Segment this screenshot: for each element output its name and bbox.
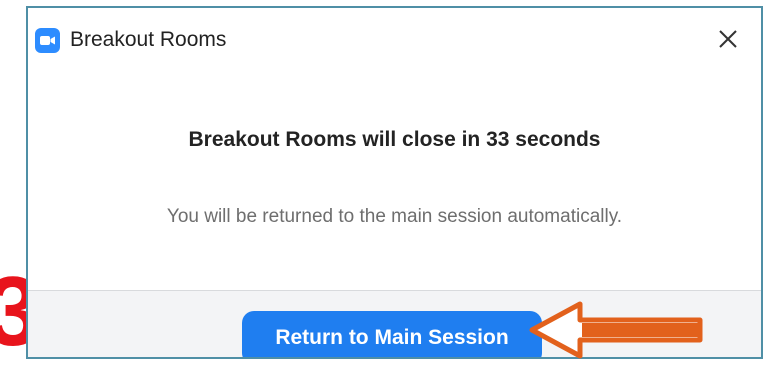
close-icon xyxy=(719,30,737,48)
arrow-left-icon xyxy=(529,301,703,359)
screenshot-stage: 3 Breakout Rooms Breakout Rooms will clo… xyxy=(0,0,769,370)
zoom-camera-icon xyxy=(35,28,60,53)
dialog-title: Breakout Rooms xyxy=(70,28,227,51)
countdown-message: Breakout Rooms will close in 33 seconds xyxy=(188,128,601,151)
return-to-main-session-button[interactable]: Return to Main Session xyxy=(242,311,542,357)
close-button[interactable] xyxy=(713,24,743,54)
return-info-message: You will be returned to the main session… xyxy=(166,206,623,227)
title-bar: Breakout Rooms xyxy=(28,8,761,70)
